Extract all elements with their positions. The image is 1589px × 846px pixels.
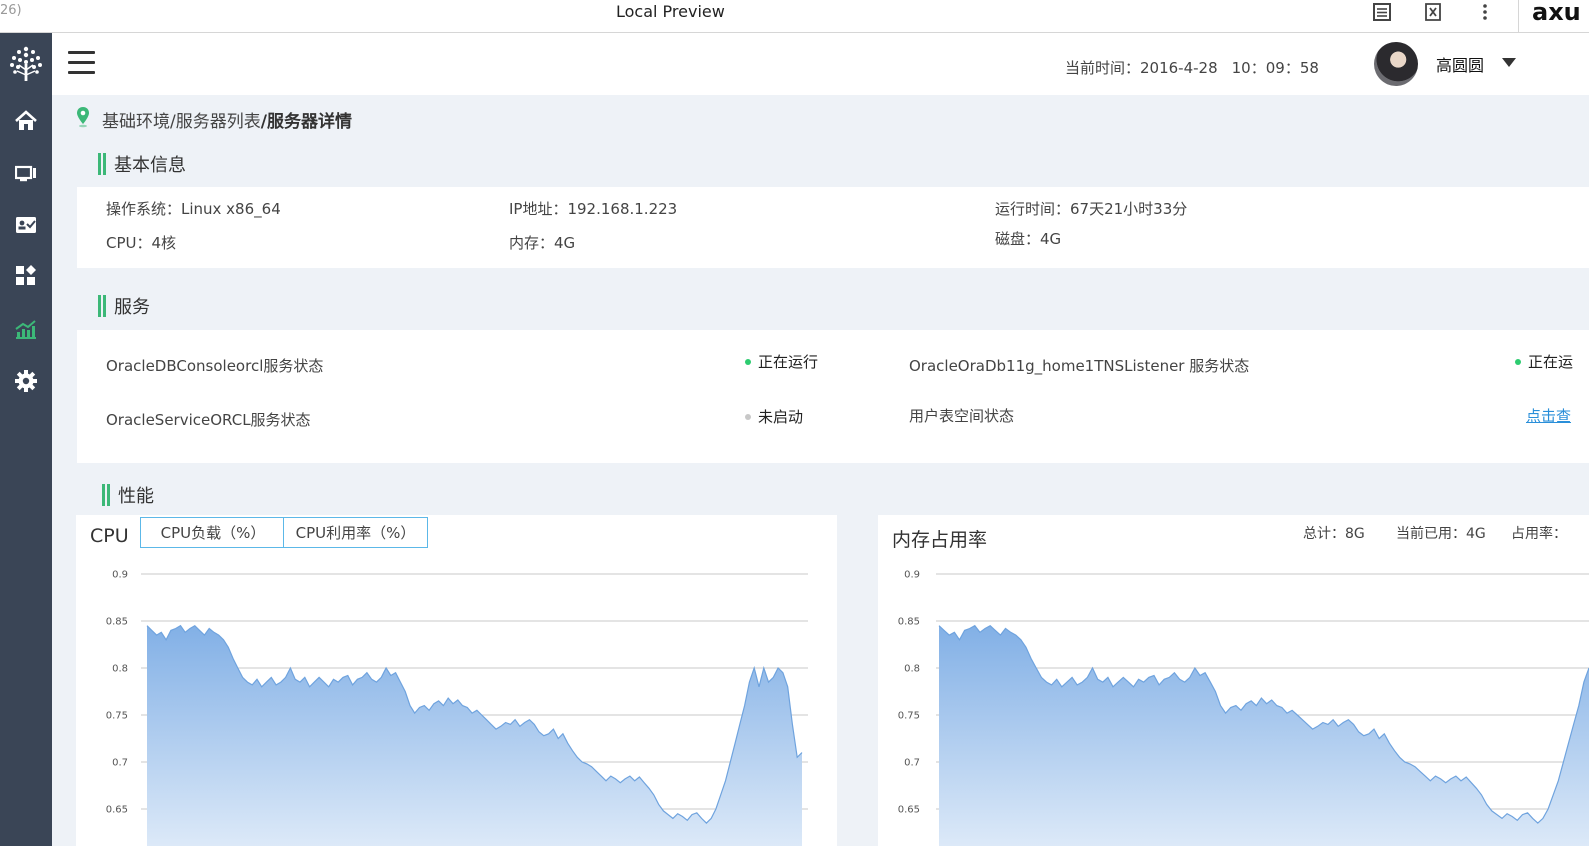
section-marker [98, 153, 106, 175]
y-tick-label: 0.85 [898, 617, 920, 628]
section-title-performance: 性能 [102, 482, 154, 508]
breadcrumb-current: /服务器详情 [260, 112, 352, 132]
uptime-info: 运行时间：67天21小时33分 [995, 200, 1188, 218]
breadcrumb: 基础环境/服务器列表/服务器详情 [76, 106, 352, 133]
memory-info: 内存：4G [509, 234, 576, 252]
status-badge: 正在运行 [745, 351, 818, 372]
series-area [147, 625, 802, 846]
more-icon[interactable] [1480, 2, 1490, 27]
y-tick-label: 0.7 [904, 758, 920, 769]
y-tick-label: 0.7 [112, 758, 128, 769]
service-name: OracleServiceORCL服务状态 [106, 411, 311, 429]
y-tick-label: 0.75 [898, 711, 920, 722]
axure-logo: axu [1532, 0, 1581, 26]
browser-toolbar: 26) Local Preview axu [0, 0, 1589, 33]
clock-date: 当前时间：2016-4-28 [1065, 59, 1218, 77]
memory-area-chart: 0.9 0.85 0.8 0.75 0.7 0.65 [898, 570, 1589, 846]
memory-chart-panel: 内存占用率 总计：8G 当前已用：4G 占用率： 0.9 0.85 0.8 0.75 0… [878, 515, 1589, 846]
monitor-icon[interactable] [0, 156, 52, 192]
section-marker [98, 295, 106, 317]
menu-toggle-icon[interactable] [68, 51, 95, 75]
service-name: OracleOraDb11g_home1TNSListener 服务状态 [909, 357, 1250, 375]
y-tick-label: 0.9 [112, 570, 128, 581]
status-dot [1515, 358, 1521, 365]
y-tick-label: 0.8 [112, 664, 128, 675]
status-badge: 正在运 [1515, 351, 1573, 372]
toolbar-divider [1518, 0, 1519, 33]
section-title-services: 服务 [98, 293, 150, 319]
cpu-chart-panel: CPU CPU负载（%） CPU利用率（%） 0.9 0.85 0.8 0.75 0.7… [76, 515, 837, 846]
close-preview-icon[interactable] [1423, 2, 1443, 27]
basic-info-panel: 操作系统：Linux x86_64 IP地址：192.168.1.223 运行时… [77, 187, 1589, 268]
clock-time: 10：09：58 [1231, 59, 1319, 77]
user-name[interactable]: 高圆圆 [1436, 52, 1484, 76]
y-tick-label: 0.65 [898, 805, 920, 816]
service-name: 用户表空间状态 [909, 407, 1015, 425]
window-title: Local Preview [616, 2, 725, 21]
os-info: 操作系统：Linux x86_64 [106, 200, 281, 218]
services-panel: OracleDBConsoleorcl服务状态 正在运行 OracleOraDb… [77, 330, 1589, 463]
breadcrumb-path[interactable]: 基础环境/服务器列表 [102, 107, 261, 132]
sidebar [0, 33, 52, 846]
y-tick-label: 0.65 [106, 805, 128, 816]
home-icon[interactable] [0, 103, 52, 139]
status-badge: 未启动 [745, 406, 803, 427]
ip-info: IP地址：192.168.1.223 [509, 200, 678, 218]
view-tablespace-link[interactable]: 点击查 [1526, 405, 1571, 426]
apps-icon[interactable] [0, 257, 52, 293]
notes-icon[interactable] [1372, 2, 1392, 27]
location-pin-icon [76, 106, 90, 133]
tab-fragment: 26) [0, 3, 22, 18]
status-dot [745, 413, 751, 420]
section-title-basic: 基本信息 [98, 151, 186, 177]
gear-icon[interactable] [0, 363, 52, 399]
y-tick-label: 0.85 [106, 617, 128, 628]
y-tick-label: 0.9 [904, 570, 920, 581]
disk-info: 磁盘：4G [995, 230, 1062, 248]
service-name: OracleDBConsoleorcl服务状态 [106, 357, 324, 375]
status-dot [745, 358, 751, 365]
logo-tree-icon[interactable] [0, 43, 52, 85]
app-header: 当前时间：2016-4-28 10：09：58 高圆圆 [52, 33, 1589, 95]
cpu-area-chart: 0.9 0.85 0.8 0.75 0.7 0.65 [106, 570, 808, 846]
chevron-down-icon[interactable] [1502, 58, 1516, 67]
y-tick-label: 0.8 [904, 664, 920, 675]
series-area [939, 625, 1589, 846]
cpu-info: CPU：4核 [106, 234, 177, 252]
chart-trend-icon[interactable] [0, 311, 52, 347]
section-marker [102, 484, 110, 506]
y-tick-label: 0.75 [106, 711, 128, 722]
id-card-icon[interactable] [0, 207, 52, 243]
current-time: 当前时间：2016-4-28 10：09：58 [1065, 57, 1319, 78]
avatar[interactable] [1374, 42, 1418, 86]
